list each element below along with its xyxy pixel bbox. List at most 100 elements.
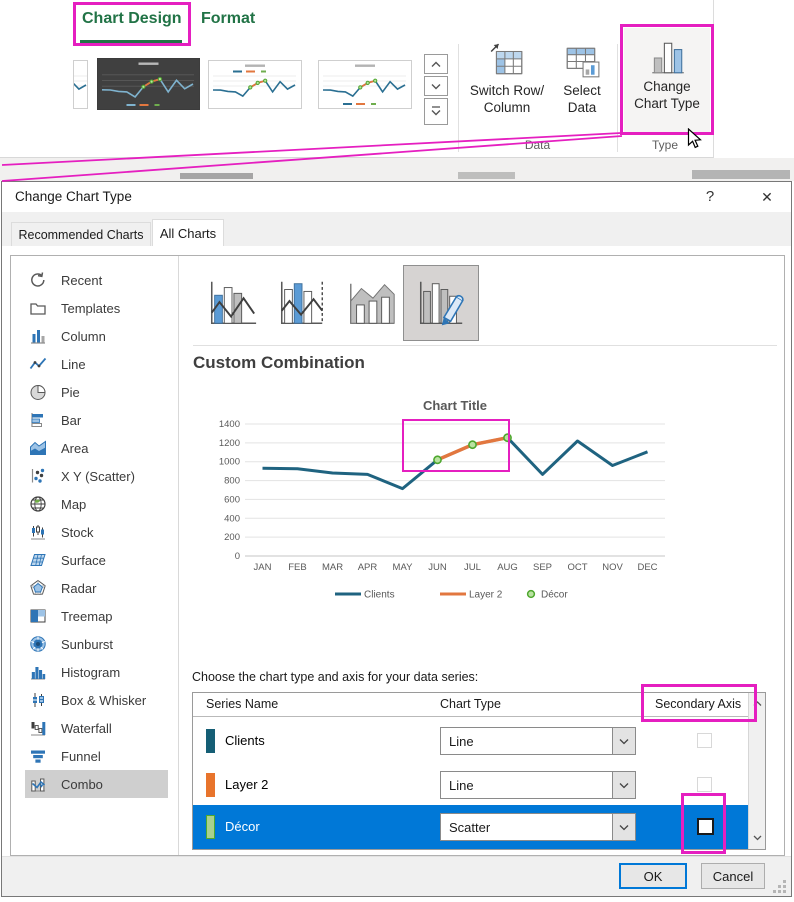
cancel-button[interactable]: Cancel (701, 863, 765, 889)
sidebar-item-funnel[interactable]: Funnel (11, 742, 179, 770)
excel-ribbon: Chart Design Format Switch Row/ Column S… (0, 0, 714, 158)
sidebar-item-x-y-scatter[interactable]: X Y (Scatter) (11, 462, 179, 490)
svg-text:800: 800 (224, 476, 240, 487)
series-name: Layer 2 (225, 777, 268, 792)
dropdown-arrow-button[interactable] (612, 814, 635, 840)
gallery-scroll-down-button[interactable] (424, 76, 448, 96)
recent-icon (29, 271, 47, 289)
dropdown-arrow-button[interactable] (612, 728, 635, 754)
sidebar-item-radar[interactable]: Radar (11, 574, 179, 602)
sidebar-item-label: Line (61, 357, 86, 372)
ribbon-group-separator (458, 44, 459, 152)
chart-type-dropdown[interactable]: Scatter (440, 813, 636, 841)
svg-text:JAN: JAN (254, 562, 272, 573)
sidebar-item-line[interactable]: Line (11, 350, 179, 378)
chevron-down-icon (619, 738, 629, 745)
sidebar-item-label: Surface (61, 553, 106, 568)
chart-style-thumbnail-dark[interactable] (97, 58, 200, 110)
sidebar-item-label: Funnel (61, 749, 101, 764)
treemap-icon (29, 607, 47, 625)
ribbon-tab-format[interactable]: Format (201, 10, 255, 28)
svg-text:FEB: FEB (288, 562, 306, 573)
secondary-axis-checkbox[interactable] (697, 777, 712, 792)
sidebar-item-combo[interactable]: Combo (11, 770, 179, 798)
select-data-button[interactable]: Select Data (551, 40, 613, 116)
close-button[interactable]: ✕ (754, 186, 780, 208)
gallery-more-button[interactable] (424, 98, 448, 125)
dialog-tabstrip: Recommended Charts All Charts (2, 212, 791, 246)
sidebar-item-label: Radar (61, 581, 96, 596)
series-color-swatch (206, 729, 215, 753)
dropdown-arrow-button[interactable] (612, 772, 635, 798)
series-table-scrollbar[interactable] (748, 693, 765, 849)
sidebar-item-histogram[interactable]: Histogram (11, 658, 179, 686)
svg-text:APR: APR (358, 562, 378, 573)
scrollbar-down-button[interactable] (749, 827, 765, 849)
sidebar-item-waterfall[interactable]: Waterfall (11, 714, 179, 742)
switch-row-column-button[interactable]: Switch Row/ Column (463, 40, 551, 116)
sidebar-item-label: Pie (61, 385, 80, 400)
combo-type-stacked-area-clustered-column[interactable] (345, 276, 399, 330)
change-chart-type-button[interactable]: Change Chart Type (624, 28, 710, 132)
radar-icon (29, 579, 47, 597)
column-secondary-axis: Secondary Axis (655, 697, 741, 711)
series-row-layer-2[interactable]: Layer 2 Line (193, 765, 749, 805)
series-row-d-cor[interactable]: Décor Scatter (193, 805, 749, 849)
dialog-title: Change Chart Type (15, 189, 132, 204)
background-window-fragment (458, 172, 515, 179)
series-color-swatch (206, 773, 215, 797)
select-data-label: Select (563, 82, 601, 99)
sidebar-item-sunburst[interactable]: Sunburst (11, 630, 179, 658)
chart-preview-svg: Chart Title0200400600800100012001400JANF… (207, 394, 687, 612)
sidebar-item-label: Map (61, 497, 86, 512)
sidebar-item-label: Combo (61, 777, 103, 792)
screenshot-root: Chart Design Format Switch Row/ Column S… (0, 0, 794, 902)
combo-type-clustered-column-line[interactable] (205, 276, 259, 330)
sidebar-item-templates[interactable]: Templates (11, 294, 179, 322)
series-row-clients[interactable]: Clients Line (193, 717, 749, 765)
sidebar-item-treemap[interactable]: Treemap (11, 602, 179, 630)
help-button[interactable]: ? (697, 186, 723, 208)
sidebar-item-area[interactable]: Area (11, 434, 179, 462)
chart-style-thumbnail-3[interactable] (318, 60, 412, 109)
waterfall-icon (29, 719, 47, 737)
area-icon (29, 439, 47, 457)
switch-row-column-icon (488, 40, 526, 82)
svg-text:0: 0 (235, 551, 240, 562)
svg-text:Layer 2: Layer 2 (469, 590, 503, 601)
templates-icon (29, 299, 47, 317)
scrollbar-up-button[interactable] (749, 693, 765, 715)
funnel-icon (29, 747, 47, 765)
chart-type-dropdown[interactable]: Line (440, 771, 636, 799)
sidebar-item-box-whisker[interactable]: Box & Whisker (11, 686, 179, 714)
chart-type-value: Scatter (449, 820, 490, 835)
series-name: Décor (225, 819, 260, 834)
chart-style-thumbnail-2[interactable] (208, 60, 302, 109)
chart-type-dropdown[interactable]: Line (440, 727, 636, 755)
sidebar-item-surface[interactable]: Surface (11, 546, 179, 574)
tab-recommended-charts[interactable]: Recommended Charts (11, 222, 151, 246)
svg-text:200: 200 (224, 532, 240, 543)
combo-type-clustered-column-line-on-secondary-axis[interactable] (275, 276, 329, 330)
chart-preview: Chart Title0200400600800100012001400JANF… (207, 394, 687, 612)
svg-text:SEP: SEP (533, 562, 552, 573)
ribbon-tab-chart-design[interactable]: Chart Design (82, 10, 182, 28)
secondary-axis-checkbox[interactable] (697, 733, 712, 748)
series-table: Series Name Chart Type Secondary Axis Cl… (192, 692, 766, 850)
sunburst-icon (29, 635, 47, 653)
combo-type-custom-combination[interactable] (414, 276, 468, 330)
ok-button[interactable]: OK (619, 863, 687, 889)
sidebar-item-map[interactable]: Map (11, 490, 179, 518)
resize-grip[interactable] (772, 880, 788, 894)
chart-style-thumbnail-partial[interactable] (73, 60, 88, 109)
gallery-scroll-up-button[interactable] (424, 54, 448, 74)
sidebar-item-stock[interactable]: Stock (11, 518, 179, 546)
tab-all-charts[interactable]: All Charts (152, 219, 224, 246)
sidebar-item-recent[interactable]: Recent (11, 266, 179, 294)
secondary-axis-checkbox[interactable] (697, 818, 714, 835)
sidebar-item-bar[interactable]: Bar (11, 406, 179, 434)
sidebar-item-column[interactable]: Column (11, 322, 179, 350)
histogram-icon (29, 663, 47, 681)
surface-icon (29, 551, 47, 569)
sidebar-item-pie[interactable]: Pie (11, 378, 179, 406)
